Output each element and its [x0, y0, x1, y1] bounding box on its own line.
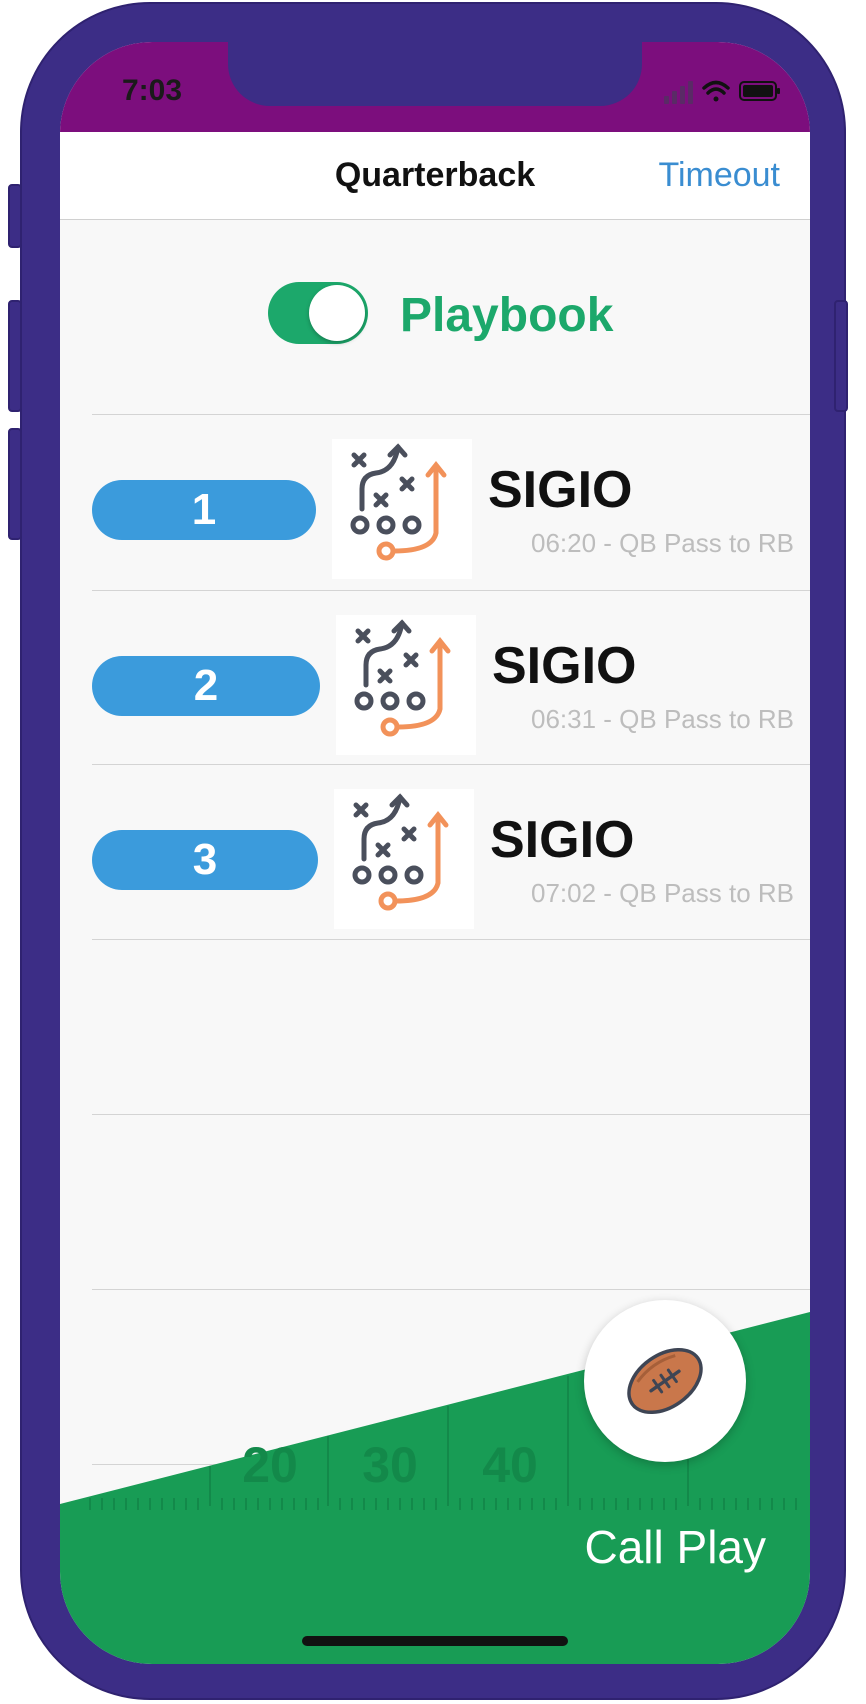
play-number-badge[interactable]: 2: [92, 656, 320, 716]
play-name: SIGIO: [492, 637, 637, 695]
playbook-toggle-row: Playbook: [60, 220, 810, 410]
call-play-button[interactable]: [584, 1300, 746, 1462]
play-number-badge[interactable]: 1: [92, 480, 316, 540]
power-button: [834, 300, 848, 412]
list-item[interactable]: 3 SIGIO 07:02 - QB Pass to RB: [60, 764, 810, 954]
play-number-badge[interactable]: 3: [92, 830, 318, 890]
play-diagram-icon: [332, 439, 472, 579]
volume-up-button: [8, 300, 22, 412]
volume-down-button: [8, 428, 22, 540]
list-item[interactable]: 2 SIGIO 06:31 - QB Pass to RB: [60, 590, 810, 780]
call-play-label[interactable]: Call Play: [584, 1520, 766, 1574]
silent-switch: [8, 184, 22, 248]
status-icons: [664, 80, 780, 104]
battery-icon: [739, 81, 780, 101]
play-detail: 06:20 - QB Pass to RB: [530, 528, 794, 558]
play-diagram-icon: [336, 615, 476, 755]
play-detail: 06:31 - QB Pass to RB: [530, 704, 794, 734]
yard-number: 20: [242, 1437, 298, 1493]
navigation-bar: Quarterback Timeout: [60, 132, 810, 220]
play-diagram-icon: [334, 789, 474, 929]
home-indicator[interactable]: [302, 1636, 568, 1646]
play-name: SIGIO: [488, 461, 633, 519]
divider: [92, 1114, 810, 1115]
wifi-icon: [702, 80, 730, 102]
playbook-label: Playbook: [400, 289, 614, 342]
list-item[interactable]: 1 SIGIO 06:20 - QB Pass to RB: [60, 414, 810, 604]
status-time: 7:03: [122, 74, 183, 107]
playbook-toggle[interactable]: [268, 282, 368, 344]
play-name: SIGIO: [490, 811, 635, 869]
app-screen: 7:03 Quarterback Timeout Playbook 1 SIGI…: [60, 42, 810, 1664]
phone-frame: 7:03 Quarterback Timeout Playbook 1 SIGI…: [8, 2, 848, 1700]
notch: [228, 42, 642, 106]
status-bar: 7:03: [60, 42, 810, 132]
toggle-knob: [309, 285, 365, 341]
signal-icon: [664, 81, 693, 104]
divider: [92, 939, 810, 940]
yard-number: 30: [362, 1437, 418, 1493]
football-icon: [627, 1347, 703, 1415]
timeout-button[interactable]: Timeout: [658, 156, 780, 195]
play-detail: 07:02 - QB Pass to RB: [530, 878, 794, 908]
page-title: Quarterback: [334, 156, 536, 194]
yard-number: 40: [482, 1437, 538, 1493]
